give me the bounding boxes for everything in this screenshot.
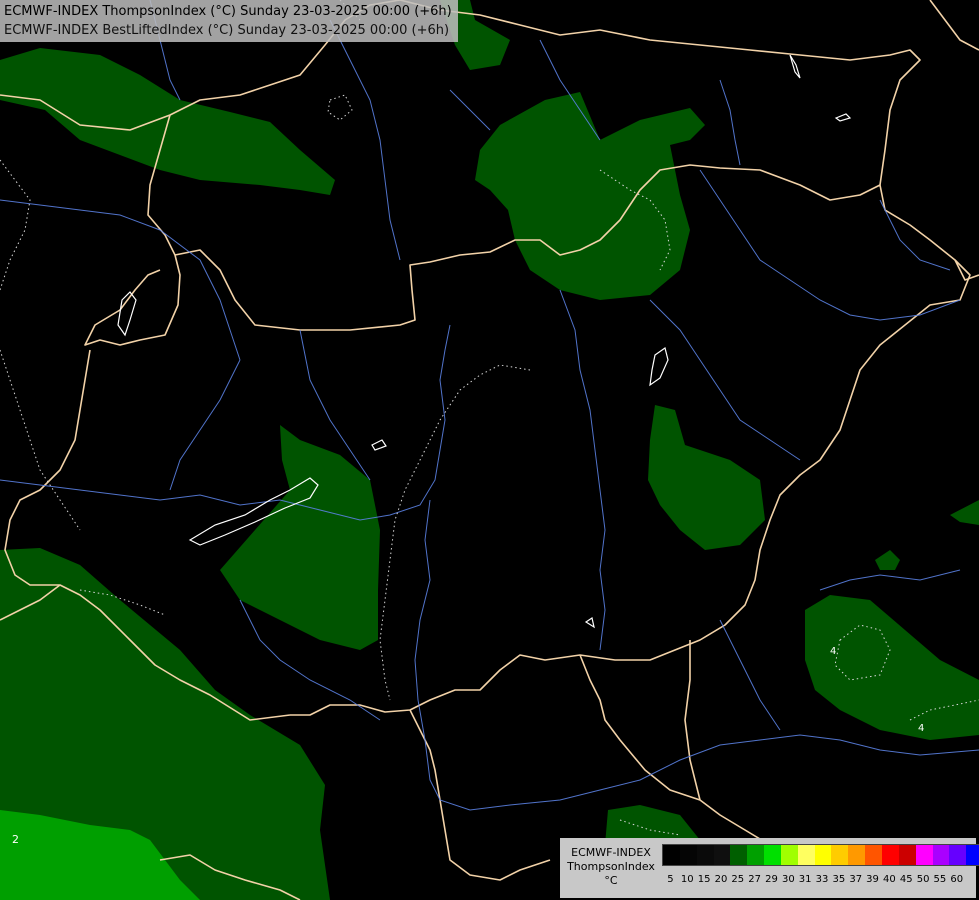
legend-tick-label: 29 — [765, 874, 778, 885]
isoline-label-4-southeast: 4 — [918, 723, 924, 734]
legend-tick-label: 60 — [950, 874, 964, 885]
legend-tick-label: 20 — [714, 874, 728, 885]
map-title-lifted: ECMWF-INDEX BestLiftedIndex (°C) Sunday … — [4, 23, 450, 38]
legend-model: ECMWF-INDEX — [571, 846, 651, 859]
legend-swatch — [764, 845, 781, 865]
legend-tick-label: 10 — [680, 874, 694, 885]
legend-swatch — [881, 845, 899, 865]
legend-swatch — [831, 845, 849, 865]
legend-swatch — [730, 845, 748, 865]
legend-swatch — [696, 845, 714, 865]
legend-label: ECMWF-INDEX ThompsonIndex °C — [564, 846, 658, 888]
legend-swatch — [898, 845, 916, 865]
legend-swatch — [713, 845, 731, 865]
legend-swatch — [865, 845, 882, 865]
legend-swatch — [966, 845, 979, 865]
legend-tick-label: 31 — [798, 874, 812, 885]
legend-swatch — [949, 845, 967, 865]
legend-swatch — [932, 845, 950, 865]
legend-tick-label: 37 — [849, 874, 863, 885]
legend-swatch — [679, 845, 697, 865]
legend-tick-label: 33 — [815, 874, 829, 885]
map-title-box: ECMWF-INDEX ThompsonIndex (°C) Sunday 23… — [0, 0, 458, 42]
isoline-label-4-east: 4 — [830, 646, 836, 657]
legend-tick-label: 35 — [832, 874, 846, 885]
legend-unit: °C — [604, 874, 618, 887]
legend-parameter: ThompsonIndex — [567, 860, 655, 873]
legend-swatch — [797, 845, 815, 865]
legend-swatch — [848, 845, 866, 865]
legend-swatch — [915, 845, 933, 865]
isoline-label-2: 2 — [12, 833, 19, 846]
legend-tick-label: 27 — [748, 874, 761, 885]
legend-color-bar — [662, 844, 979, 866]
legend-tick-label: 30 — [781, 874, 795, 885]
legend-tick-label: 55 — [933, 874, 947, 885]
legend-tick-label: 40 — [883, 874, 896, 885]
color-legend: ECMWF-INDEX ThompsonIndex °C 5 10 15 20 25 27… — [560, 838, 979, 898]
weather-map: 2 4 4 — [0, 0, 979, 900]
legend-swatch — [747, 845, 765, 865]
legend-tick-label: 15 — [697, 874, 711, 885]
legend-tick-label: 5 — [667, 874, 674, 885]
legend-tick-labels: 5 10 15 20 25 27 29 30 31 33 35 37 39 40 45 50 55 60 — [662, 874, 965, 886]
legend-tick-label: 25 — [731, 874, 745, 885]
legend-tick-label: 50 — [916, 874, 930, 885]
legend-tick-label: 39 — [866, 874, 879, 885]
legend-swatch — [663, 845, 680, 865]
legend-tick-label: 45 — [899, 874, 913, 885]
legend-swatch — [780, 845, 798, 865]
legend-swatch — [814, 845, 832, 865]
map-title-thompson: ECMWF-INDEX ThompsonIndex (°C) Sunday 23… — [4, 4, 452, 19]
